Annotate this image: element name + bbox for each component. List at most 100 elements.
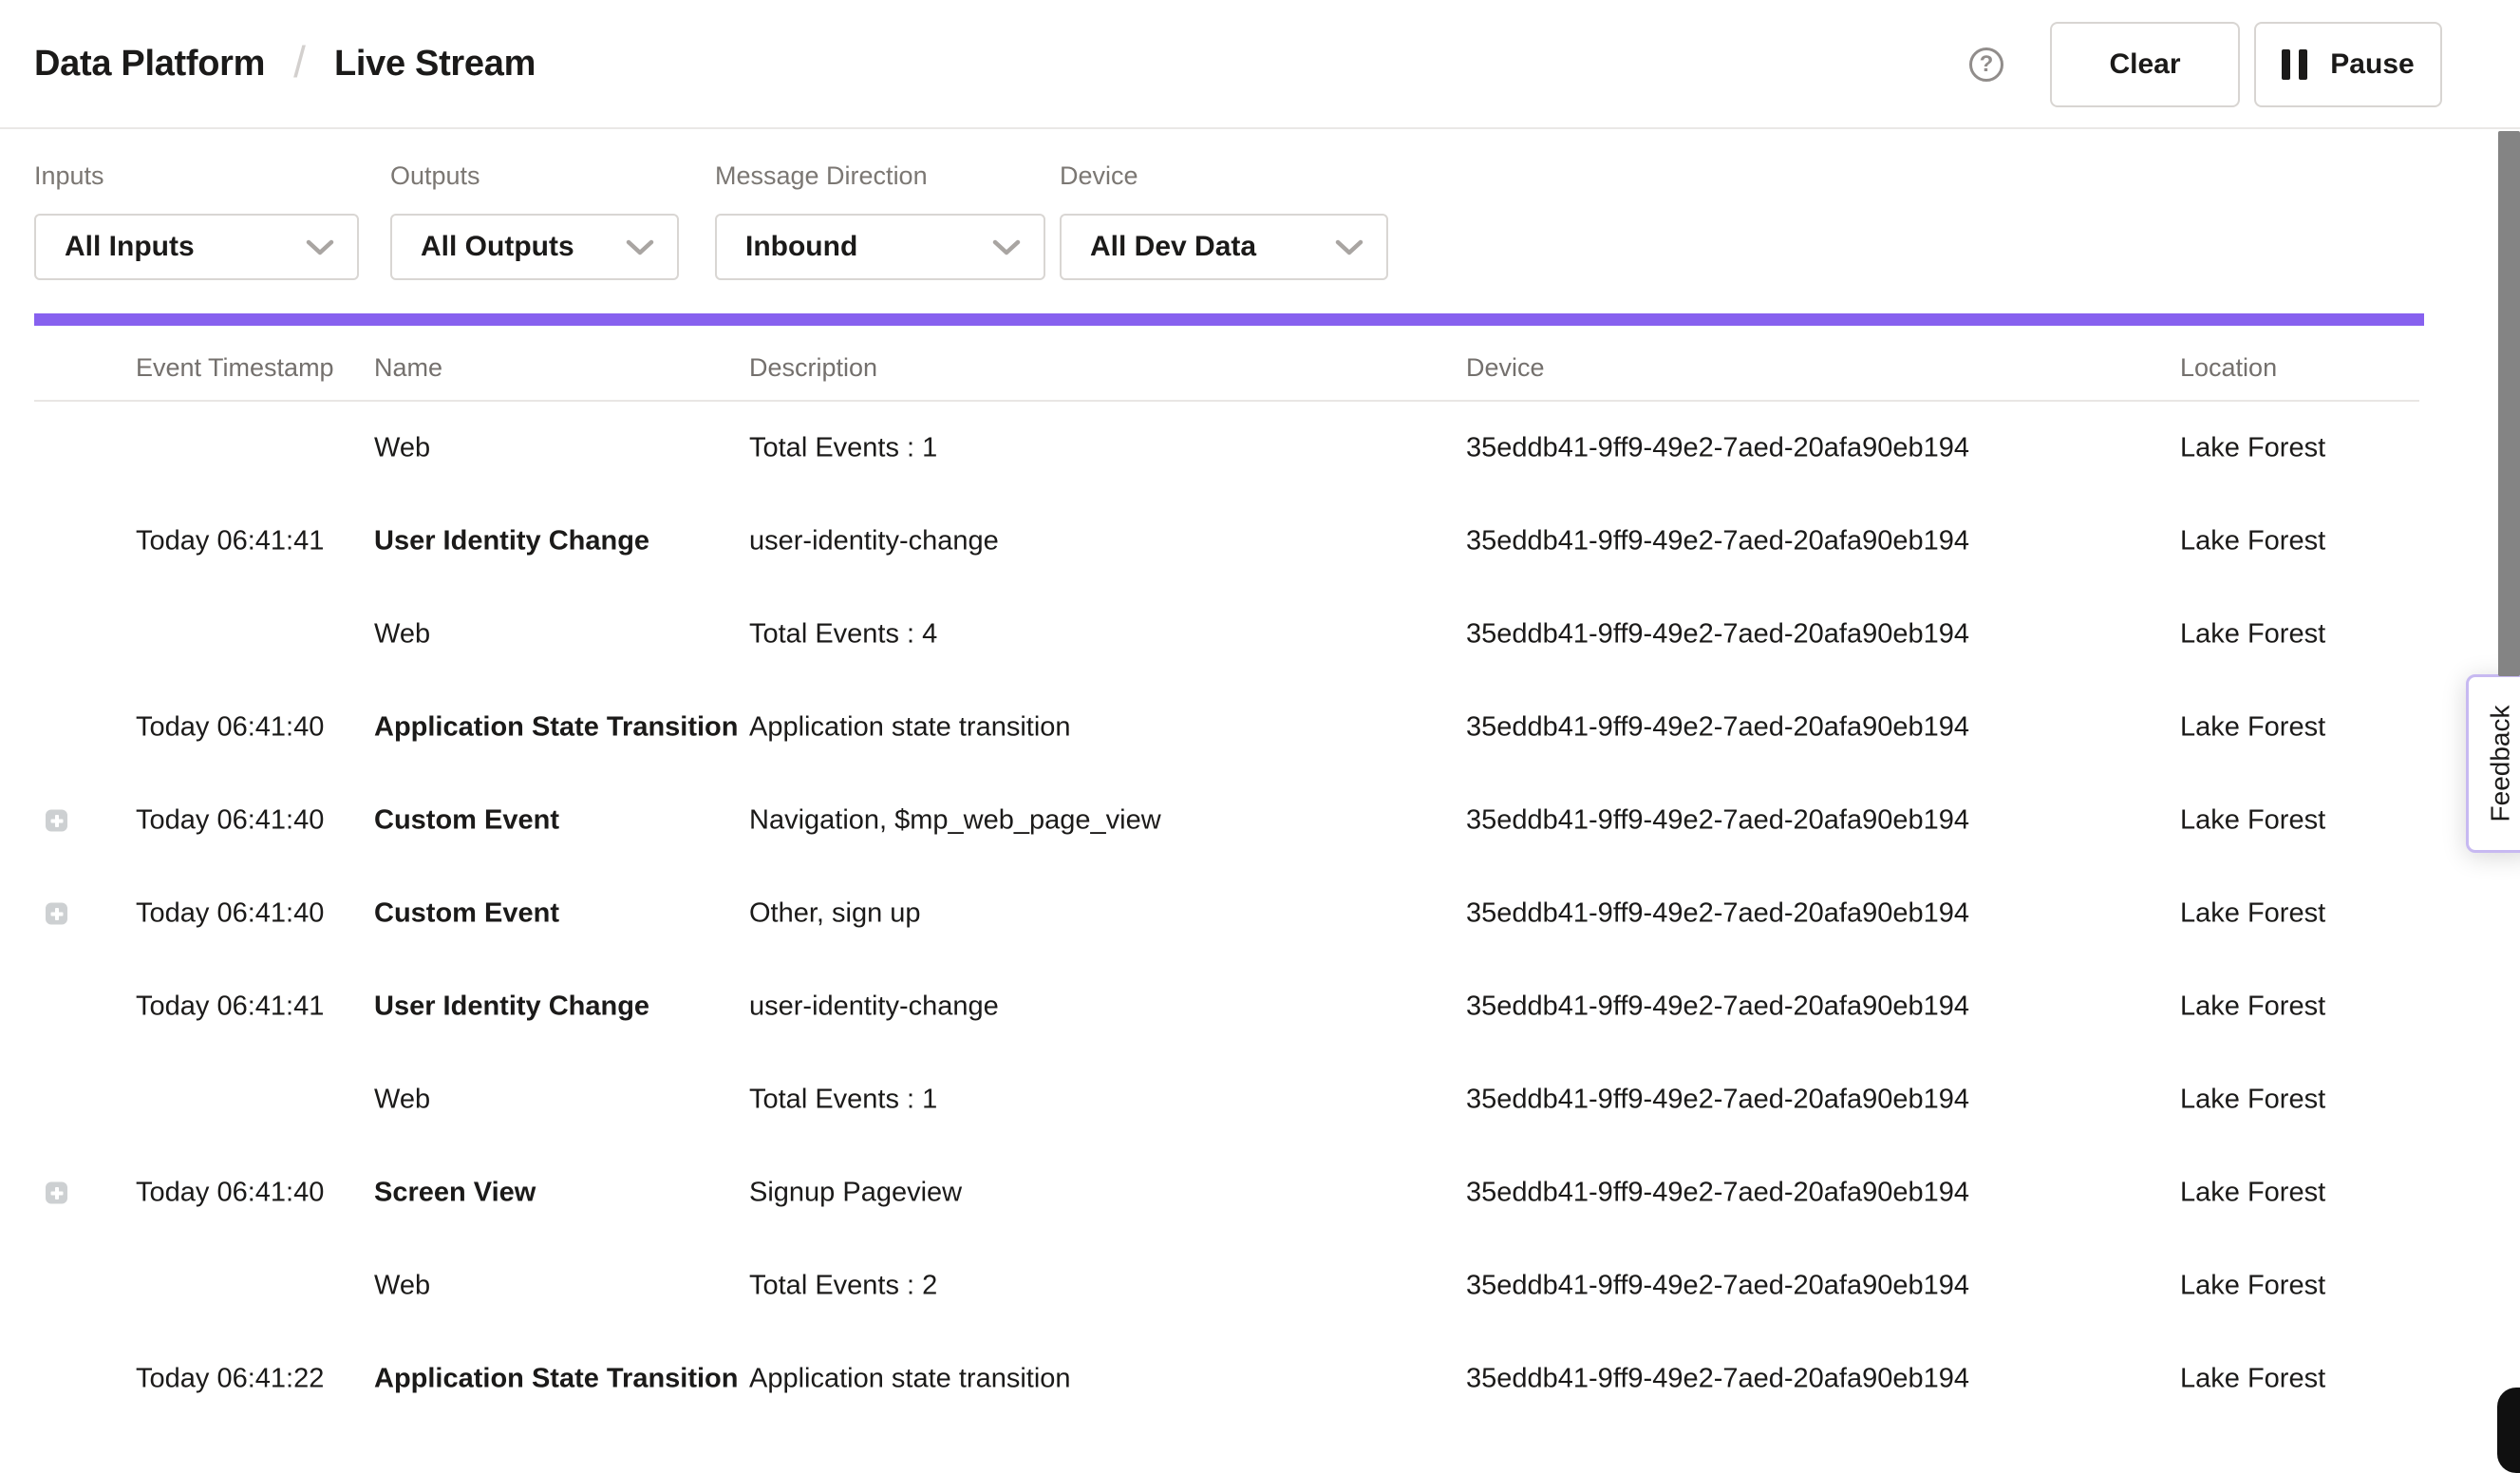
table-row[interactable]: Today 06:41:41 User Identity Change user-i… xyxy=(0,960,2520,1053)
filter-inputs: Inputs All Inputs xyxy=(34,161,359,280)
filter-device-value: All Dev Data xyxy=(1090,231,1256,263)
filter-inputs-select[interactable]: All Inputs xyxy=(34,214,359,280)
feedback-tab-label: Feedback xyxy=(2485,706,2515,822)
row-description: Total Events : 1 xyxy=(749,1085,937,1116)
table-row[interactable]: Today 06:41:40 Custom Event Other, sign up… xyxy=(0,867,2520,960)
pause-icon xyxy=(2282,49,2307,80)
row-device: 35eddb41-9ff9-49e2-7aed-20afa90eb194 xyxy=(1466,1364,1969,1395)
pause-button-label: Pause xyxy=(2330,48,2414,81)
row-event-timestamp: Today 06:41:41 xyxy=(136,991,324,1023)
row-name: User Identity Change xyxy=(374,526,649,557)
column-header-name: Name xyxy=(374,353,442,383)
column-header-description: Description xyxy=(749,353,877,383)
table-row[interactable]: Web Total Events : 2 35eddb41-9ff9-49e2-7a… xyxy=(0,1239,2520,1332)
row-name: Web xyxy=(374,1085,430,1116)
row-location: Lake Forest xyxy=(2180,898,2325,930)
row-description: Total Events : 2 xyxy=(749,1271,937,1302)
table-row[interactable]: WebTotal Events : 135eddb41-9ff9-49e2-7a… xyxy=(0,402,2520,495)
column-header-event-timestamp: Event Timestamp xyxy=(136,353,334,383)
row-name: Application State Transition xyxy=(374,712,739,744)
row-event-timestamp: Today 06:41:40 xyxy=(136,1178,324,1209)
table-row[interactable]: Web Total Events : 1 35eddb41-9ff9-49e2-7a… xyxy=(0,1053,2520,1146)
expand-row-button[interactable] xyxy=(46,1182,67,1204)
row-description: Signup Pageview xyxy=(749,1178,962,1209)
chevron-down-icon xyxy=(992,239,1021,255)
table-row[interactable]: Today 06:41:22 Application State Transiti… xyxy=(0,1332,2520,1426)
row-name: Screen View xyxy=(374,1178,536,1209)
row-device: 35eddb41-9ff9-49e2-7aed-20afa90eb194 xyxy=(1466,1178,1969,1209)
row-description: Total Events : 4 xyxy=(749,619,937,651)
row-location: Lake Forest xyxy=(2180,991,2325,1023)
breadcrumb: Data Platform / Live Stream xyxy=(34,0,536,127)
table-row[interactable]: Today 06:41:40 Custom Event Navigation, $m… xyxy=(0,774,2520,867)
chevron-down-icon xyxy=(626,239,654,255)
filter-inputs-label: Inputs xyxy=(34,161,359,191)
column-header-device: Device xyxy=(1466,353,1545,383)
table-row[interactable]: Today 06:41:40 Application State Transiti… xyxy=(0,681,2520,774)
row-name: Custom Event xyxy=(374,898,559,930)
row-event-timestamp: Today 06:41:41 xyxy=(136,526,324,557)
filter-inputs-value: All Inputs xyxy=(65,231,195,263)
row-name: Custom Event xyxy=(374,805,559,837)
filter-outputs: Outputs All Outputs xyxy=(390,161,679,280)
row-location: Lake Forest xyxy=(2180,712,2325,744)
filter-outputs-value: All Outputs xyxy=(421,231,574,263)
row-device: 35eddb41-9ff9-49e2-7aed-20afa90eb194 xyxy=(1466,1085,1969,1116)
help-icon[interactable]: ? xyxy=(1969,47,2003,82)
row-description: Application state transition xyxy=(749,1364,1071,1395)
row-event-timestamp: Today 06:41:40 xyxy=(136,712,324,744)
filter-device: Device All Dev Data xyxy=(1060,161,1388,280)
row-device: 35eddb41-9ff9-49e2-7aed-20afa90eb194 xyxy=(1466,1271,1969,1302)
breadcrumb-section[interactable]: Data Platform xyxy=(34,44,265,85)
row-name: User Identity Change xyxy=(374,991,649,1023)
row-location: Lake Forest xyxy=(2180,619,2325,651)
clear-button-label: Clear xyxy=(2109,48,2180,81)
filter-outputs-label: Outputs xyxy=(390,161,679,191)
row-name: Web xyxy=(374,1271,430,1302)
clear-button[interactable]: Clear xyxy=(2050,22,2240,107)
row-device: 35eddb41-9ff9-49e2-7aed-20afa90eb194 xyxy=(1466,991,1969,1023)
row-name: Application State Transition xyxy=(374,1364,739,1395)
breadcrumb-separator: / xyxy=(293,36,306,87)
filter-message-direction-select[interactable]: Inbound xyxy=(715,214,1045,280)
row-description: user-identity-change xyxy=(749,991,999,1023)
event-table-body: Web Total Events : 1 35eddb41-9ff9-49e2-7a… xyxy=(0,402,2520,1426)
row-location: Lake Forest xyxy=(2180,1271,2325,1302)
column-header-location: Location xyxy=(2180,353,2277,383)
filter-message-direction-value: Inbound xyxy=(745,231,857,263)
chevron-down-icon xyxy=(1335,239,1363,255)
expand-row-button[interactable] xyxy=(46,903,67,925)
filter-outputs-select[interactable]: All Outputs xyxy=(390,214,679,280)
row-description: Navigation, $mp_web_page_view xyxy=(749,805,1161,837)
expand-row-button[interactable] xyxy=(46,810,67,832)
filter-message-direction-label: Message Direction xyxy=(715,161,1045,191)
row-location: Lake Forest xyxy=(2180,526,2325,557)
vertical-scrollbar-thumb[interactable] xyxy=(2498,131,2520,676)
row-location: Lake Forest xyxy=(2180,1364,2325,1395)
row-name: Web xyxy=(374,433,430,464)
row-location: Lake Forest xyxy=(2180,1178,2325,1209)
feedback-tab[interactable]: Feedback xyxy=(2466,674,2520,853)
filter-device-label: Device xyxy=(1060,161,1388,191)
row-device: 35eddb41-9ff9-49e2-7aed-20afa90eb194 xyxy=(1466,805,1969,837)
row-device: 35eddb41-9ff9-49e2-7aed-20afa90eb194 xyxy=(1466,433,1969,464)
row-description: Other, sign up xyxy=(749,898,921,930)
row-location: Lake Forest xyxy=(2180,433,2325,464)
row-device: 35eddb41-9ff9-49e2-7aed-20afa90eb194 xyxy=(1466,898,1969,930)
app-header: Data Platform / Live Stream ? Clear Paus… xyxy=(0,0,2520,129)
page-title: Live Stream xyxy=(334,44,536,85)
row-event-timestamp: Today 06:41:40 xyxy=(136,898,324,930)
chat-widget-corner[interactable] xyxy=(2497,1388,2520,1473)
table-row[interactable]: WebTotal Events : 435eddb41-9ff9-49e2-7a… xyxy=(0,588,2520,681)
row-event-timestamp: Today 06:41:40 xyxy=(136,805,324,837)
chevron-down-icon xyxy=(306,239,334,255)
table-row[interactable]: Today 06:41:40 Screen View Signup Pageview… xyxy=(0,1146,2520,1239)
filter-message-direction: Message Direction Inbound xyxy=(715,161,1045,280)
row-description: Application state transition xyxy=(749,712,1071,744)
table-row[interactable]: Today 06:41:41User Identity Changeuser-i… xyxy=(0,495,2520,588)
row-device: 35eddb41-9ff9-49e2-7aed-20afa90eb194 xyxy=(1466,526,1969,557)
row-location: Lake Forest xyxy=(2180,1085,2325,1116)
row-event-timestamp: Today 06:41:22 xyxy=(136,1364,324,1395)
filter-device-select[interactable]: All Dev Data xyxy=(1060,214,1388,280)
pause-button[interactable]: Pause xyxy=(2254,22,2442,107)
